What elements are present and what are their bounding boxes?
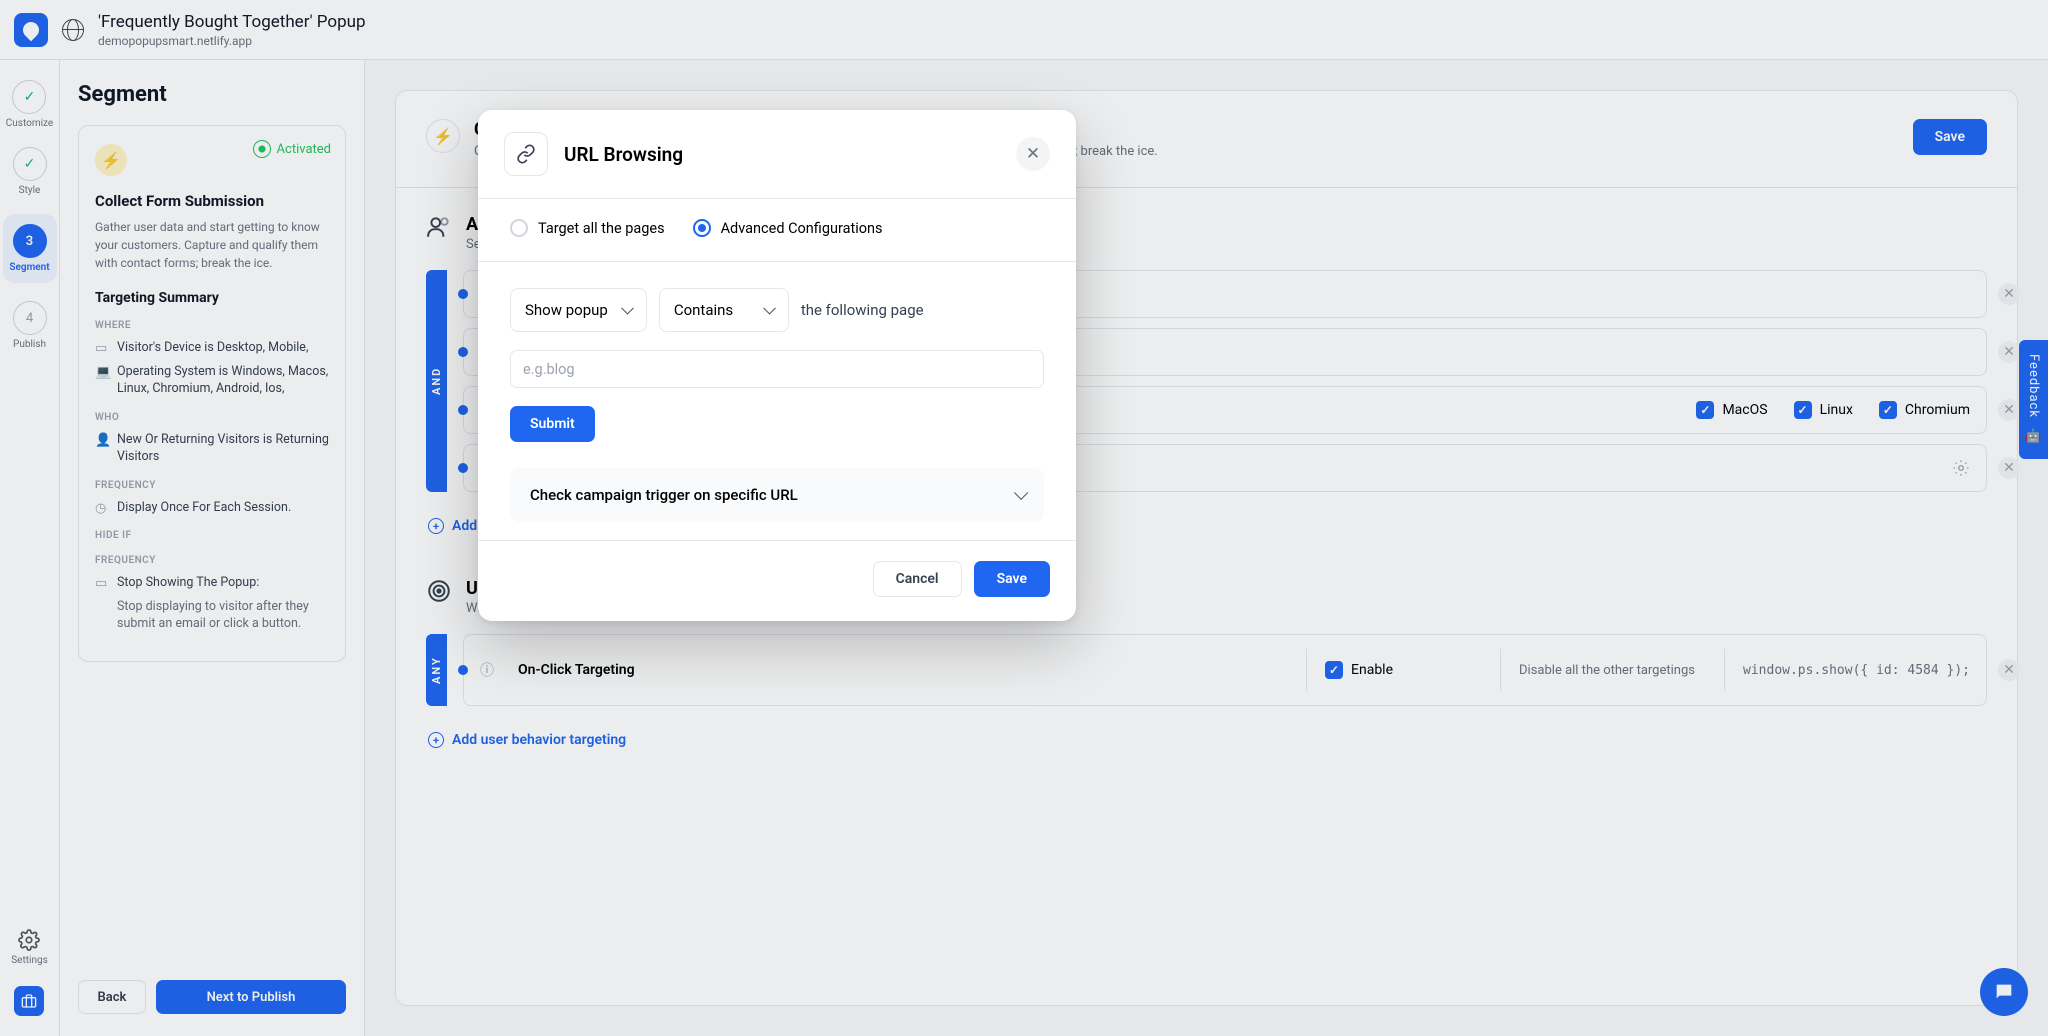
close-button[interactable]: ✕ (1016, 137, 1050, 171)
modal-save-button[interactable]: Save (974, 561, 1050, 597)
url-input[interactable] (510, 350, 1044, 388)
submit-button[interactable]: Submit (510, 406, 595, 442)
modal-options: Target all the pages Advanced Configurat… (478, 199, 1076, 262)
action-select[interactable]: Show popup (510, 288, 647, 332)
match-select[interactable]: Contains (659, 288, 789, 332)
chevron-down-icon (1014, 486, 1028, 500)
cancel-button[interactable]: Cancel (873, 561, 962, 597)
radio-advanced[interactable]: Advanced Configurations (693, 219, 883, 237)
following-page-text: the following page (801, 301, 924, 319)
url-browsing-modal: URL Browsing ✕ Target all the pages Adva… (478, 110, 1076, 621)
link-icon (504, 132, 548, 176)
specific-url-expander[interactable]: Check campaign trigger on specific URL (510, 468, 1044, 522)
radio-target-all[interactable]: Target all the pages (510, 219, 665, 237)
modal-title: URL Browsing (564, 143, 1000, 166)
